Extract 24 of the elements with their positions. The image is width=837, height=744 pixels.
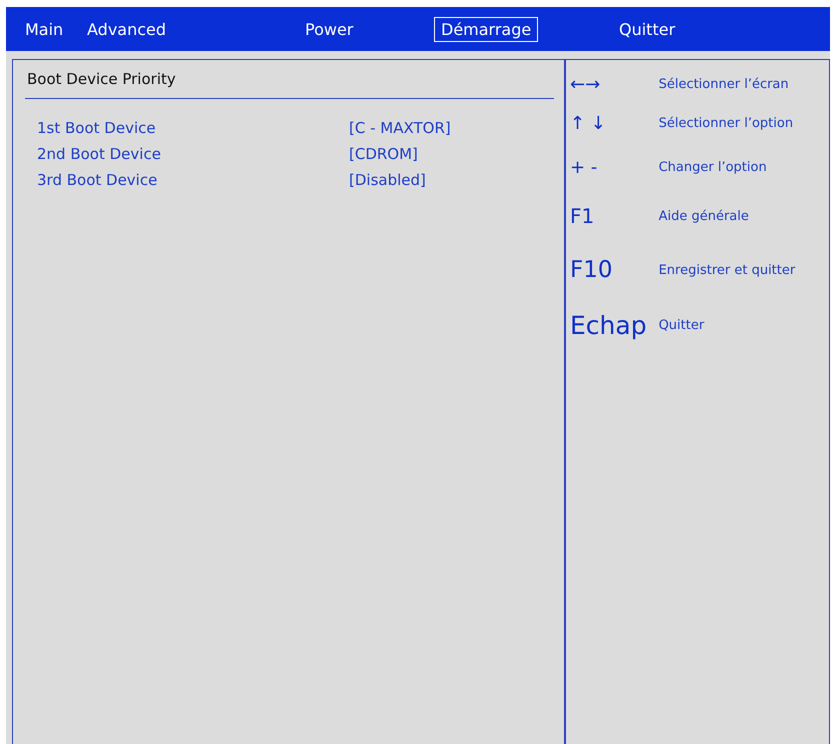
section-title: Boot Device Priority (25, 70, 554, 99)
key-description: Changer l’option (658, 160, 768, 174)
key-description: Quitter (658, 318, 706, 332)
setting-label[interactable]: 1st Boot Device (37, 119, 349, 137)
menu-tab[interactable]: Main (18, 16, 70, 42)
key-label: F10 (570, 256, 614, 285)
key-label: + - (570, 156, 598, 180)
key-label: ←→ (570, 73, 602, 97)
key-label: Echap (570, 310, 647, 342)
key-label: ↑ ↓ (570, 112, 607, 136)
key-description: Enregistrer et quitter (658, 262, 796, 278)
setting-label[interactable]: 2nd Boot Device (37, 145, 349, 163)
setting-value[interactable]: [CDROM] (349, 145, 552, 163)
menu-tab[interactable]: Power (298, 16, 360, 42)
key-description: Aide générale (658, 208, 750, 224)
setting-value[interactable]: [Disabled] (349, 171, 552, 189)
setting-value[interactable]: [C - MAXTOR] (349, 119, 552, 137)
setting-label[interactable]: 3rd Boot Device (37, 171, 349, 189)
menu-tab[interactable]: Quitter (612, 16, 682, 42)
key-description: Sélectionner l’option (658, 116, 794, 130)
key-description: Sélectionner l’écran (658, 77, 790, 92)
menu-tab[interactable]: Advanced (80, 16, 174, 42)
key-label: F1 (570, 203, 596, 230)
menu-tab[interactable]: Démarrage (434, 16, 538, 42)
